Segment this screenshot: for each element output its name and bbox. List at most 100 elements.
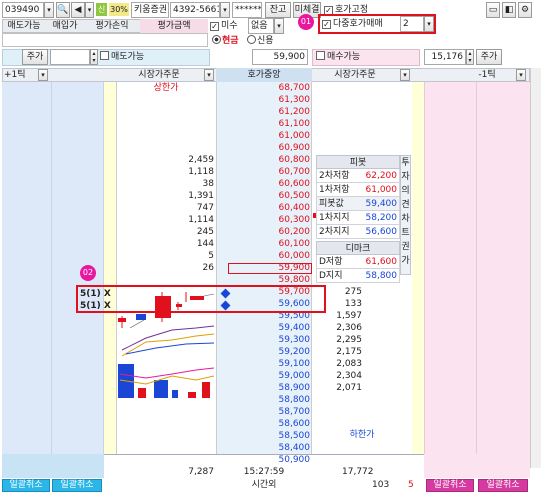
credit-radio[interactable]: 신용 bbox=[247, 34, 281, 48]
multi-quote-checkbox[interactable]: ✓ 다중호가매매 bbox=[322, 17, 400, 31]
ask-price[interactable]: 60,000 bbox=[216, 250, 311, 262]
balance-button[interactable]: 잔고 bbox=[265, 2, 291, 18]
ask-qty: 5 bbox=[208, 251, 214, 261]
cancel-all-bid-button-1[interactable]: 일괄취소 bbox=[426, 479, 474, 492]
left-qty-spinner[interactable]: ▴ ▾ bbox=[90, 49, 98, 65]
speaker-dropdown[interactable]: ▾ bbox=[85, 2, 94, 18]
ask-qty: 144 bbox=[196, 239, 214, 249]
pivot-title: 피봇 bbox=[316, 155, 400, 169]
order-row-1[interactable]: 5(1) X bbox=[80, 288, 120, 300]
pivot-value: 59,400 bbox=[365, 199, 398, 209]
tick-left-dropdown[interactable]: ▾ bbox=[38, 69, 48, 81]
order-row-2[interactable]: 5(1) X bbox=[80, 300, 120, 312]
demark-row: D지지 58,800 bbox=[316, 269, 400, 283]
ask-price[interactable]: 61,200 bbox=[216, 106, 311, 118]
ask-qty: 2,459 bbox=[188, 155, 214, 165]
footer-bid-bg bbox=[424, 454, 530, 478]
pivot-label: 1차저항 bbox=[319, 185, 350, 195]
ask-price[interactable]: 60,800 bbox=[216, 154, 311, 166]
pivot-row: 1차지지 58,200 bbox=[316, 211, 400, 225]
unsettled-dropdown[interactable]: ▾ bbox=[274, 18, 284, 34]
ask-price[interactable]: 61,100 bbox=[216, 118, 311, 130]
bid-price[interactable]: 58,500 bbox=[216, 430, 311, 442]
mini-candle-chart bbox=[118, 292, 215, 357]
bid-price[interactable]: 59,000 bbox=[216, 370, 311, 382]
ask-price[interactable]: 61,300 bbox=[216, 94, 311, 106]
stock-code-input[interactable]: 039490 bbox=[2, 2, 44, 18]
header-sell-available: 매도가능 bbox=[7, 21, 41, 31]
speaker-icon[interactable]: ◀ bbox=[71, 2, 85, 18]
stock-code-dropdown[interactable]: ▾ bbox=[44, 2, 54, 18]
ask-price[interactable]: 60,900 bbox=[216, 142, 311, 154]
mini-volume-chart bbox=[118, 364, 215, 398]
bid-price[interactable]: 58,800 bbox=[216, 394, 311, 406]
bid-price[interactable]: 59,100 bbox=[216, 358, 311, 370]
bid-order-column[interactable] bbox=[424, 82, 476, 454]
pivot-label: 1차지지 bbox=[319, 213, 350, 223]
after-hours-value: 5 bbox=[408, 480, 414, 490]
ask-qty bbox=[116, 106, 214, 118]
ask-market-column[interactable] bbox=[104, 82, 116, 454]
ask-qty: 38 bbox=[202, 179, 214, 189]
unsettled-select[interactable]: 없음 bbox=[248, 18, 274, 34]
search-icon[interactable]: 🔍 bbox=[56, 2, 70, 18]
bid-price[interactable]: 59,300 bbox=[216, 334, 311, 346]
account-select[interactable]: 4392-5661 bbox=[170, 2, 220, 18]
bid-price[interactable]: 58,600 bbox=[216, 418, 311, 430]
pivot-panel: 피봇 2차저항 62,200 1차저항 61,000 피봇값 59,400 1차지지 58,2… bbox=[316, 155, 400, 283]
footer-ask-bg bbox=[2, 454, 104, 478]
right-qty-spinner[interactable]: ▴ ▾ bbox=[466, 49, 474, 65]
left-qty-input[interactable] bbox=[50, 49, 90, 65]
cancel-all-ask-button-1[interactable]: 일괄취소 bbox=[2, 479, 50, 492]
settings-gear-icon[interactable]: ⚙ bbox=[518, 2, 532, 18]
current-price-box bbox=[228, 263, 312, 274]
layout-icon[interactable]: ▭ bbox=[486, 2, 500, 18]
ask-price[interactable]: 60,700 bbox=[216, 166, 311, 178]
account-dropdown[interactable]: ▾ bbox=[220, 2, 230, 18]
password-input[interactable]: ****** bbox=[232, 2, 262, 18]
bid-qty: 2,175 bbox=[336, 347, 362, 357]
ask-price[interactable]: 60,300 bbox=[216, 214, 311, 226]
side-tab-char: 견 bbox=[401, 200, 410, 210]
demark-label: D지지 bbox=[319, 271, 343, 281]
bid-price[interactable]: 58,700 bbox=[216, 406, 311, 418]
window-icon[interactable]: ◧ bbox=[502, 2, 516, 18]
bid-market-column[interactable] bbox=[412, 82, 424, 454]
ask-total-qty: 7,287 bbox=[188, 467, 214, 477]
ask-qty bbox=[116, 130, 214, 142]
scrollbar[interactable] bbox=[530, 68, 541, 468]
tick-left-header: +1틱 bbox=[4, 70, 26, 80]
ask-qty bbox=[116, 118, 214, 130]
pivot-side-tab[interactable]: 투자의견차트권가 bbox=[400, 155, 411, 275]
ask-order-column-2[interactable] bbox=[52, 82, 104, 454]
bid-price[interactable]: 59,400 bbox=[216, 322, 311, 334]
cash-radio[interactable]: 현금 bbox=[212, 34, 246, 48]
multi-quote-count[interactable]: 2 bbox=[400, 16, 424, 32]
left-price-type[interactable]: 주가 bbox=[22, 49, 48, 65]
cancel-all-bid-button-2[interactable]: 일괄취소 bbox=[478, 479, 528, 492]
ask-price[interactable]: 68,700 bbox=[216, 82, 311, 94]
ask-price[interactable]: 60,600 bbox=[216, 178, 311, 190]
ask-price[interactable]: 60,200 bbox=[216, 226, 311, 238]
bid-price[interactable]: 59,200 bbox=[216, 346, 311, 358]
tick-right-dropdown[interactable]: ▾ bbox=[516, 69, 526, 81]
multi-quote-dropdown[interactable]: ▾ bbox=[424, 16, 434, 32]
market-right-dropdown[interactable]: ▾ bbox=[400, 69, 410, 81]
ask-price[interactable]: 60,100 bbox=[216, 238, 311, 250]
sell-available-checkbox[interactable]: 매도가능 bbox=[100, 50, 160, 64]
ask-qty: 1,114 bbox=[188, 215, 214, 225]
demark-label: D저항 bbox=[319, 257, 343, 267]
bid-price[interactable]: 58,400 bbox=[216, 442, 311, 454]
ask-order-column[interactable] bbox=[2, 82, 52, 454]
unsettled-checkbox[interactable]: ✓ 미수 bbox=[210, 19, 244, 33]
bid-price[interactable]: 58,900 bbox=[216, 382, 311, 394]
ask-price[interactable]: 61,000 bbox=[216, 130, 311, 142]
right-qty-input[interactable]: 15,176 bbox=[424, 49, 466, 65]
right-price-type[interactable]: 주가 bbox=[476, 49, 502, 65]
ask-price[interactable]: 60,400 bbox=[216, 202, 311, 214]
buy-available-checkbox[interactable]: 매수가능 bbox=[316, 50, 376, 64]
bid-order-column-2[interactable] bbox=[476, 82, 530, 454]
market-left-dropdown[interactable]: ▾ bbox=[204, 69, 214, 81]
ask-price[interactable]: 60,500 bbox=[216, 190, 311, 202]
cancel-all-ask-button-2[interactable]: 일괄취소 bbox=[52, 479, 102, 492]
